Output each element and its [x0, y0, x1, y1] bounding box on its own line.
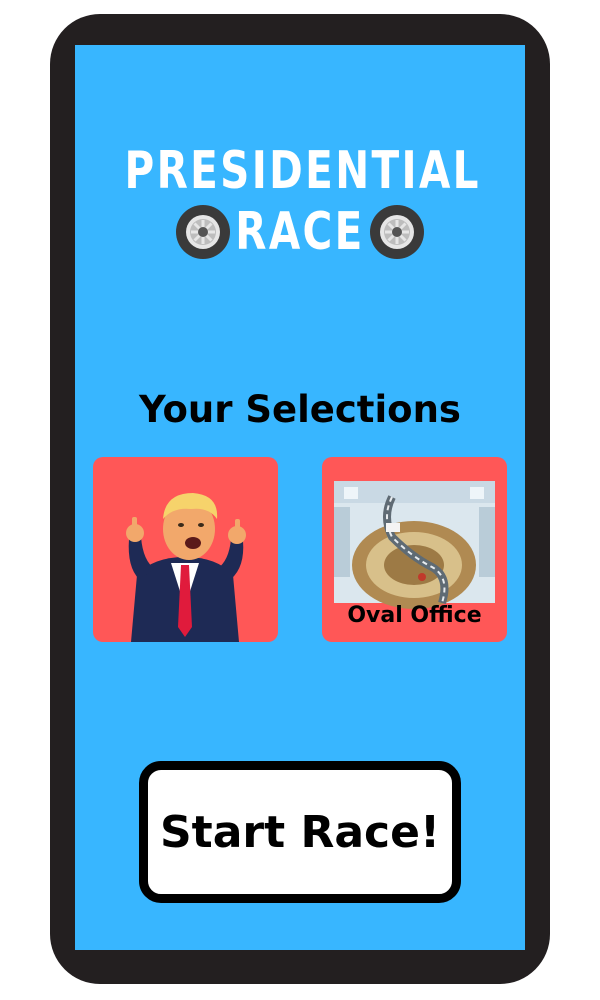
track-label: Oval Office [347, 603, 482, 628]
wheel-icon [369, 205, 424, 259]
logo-title-race: RACE [235, 202, 365, 262]
selections-heading: Your Selections [139, 388, 461, 431]
start-race-label: Start Race! [159, 806, 441, 858]
wheel-icon [176, 205, 231, 259]
logo-title-line2-row: RACE [75, 203, 525, 261]
phone-frame: PRESIDENTIAL RACE Your Selections Oval O… [50, 14, 550, 984]
game-logo: PRESIDENTIAL RACE [75, 141, 525, 261]
character-image [126, 493, 246, 642]
game-screen: PRESIDENTIAL RACE Your Selections Oval O… [75, 45, 525, 950]
start-race-button[interactable]: Start Race! [139, 761, 461, 903]
selected-character-card[interactable] [93, 457, 278, 642]
logo-title-line1: PRESIDENTIAL [124, 141, 481, 201]
selected-track-card[interactable]: Oval Office [322, 457, 507, 642]
